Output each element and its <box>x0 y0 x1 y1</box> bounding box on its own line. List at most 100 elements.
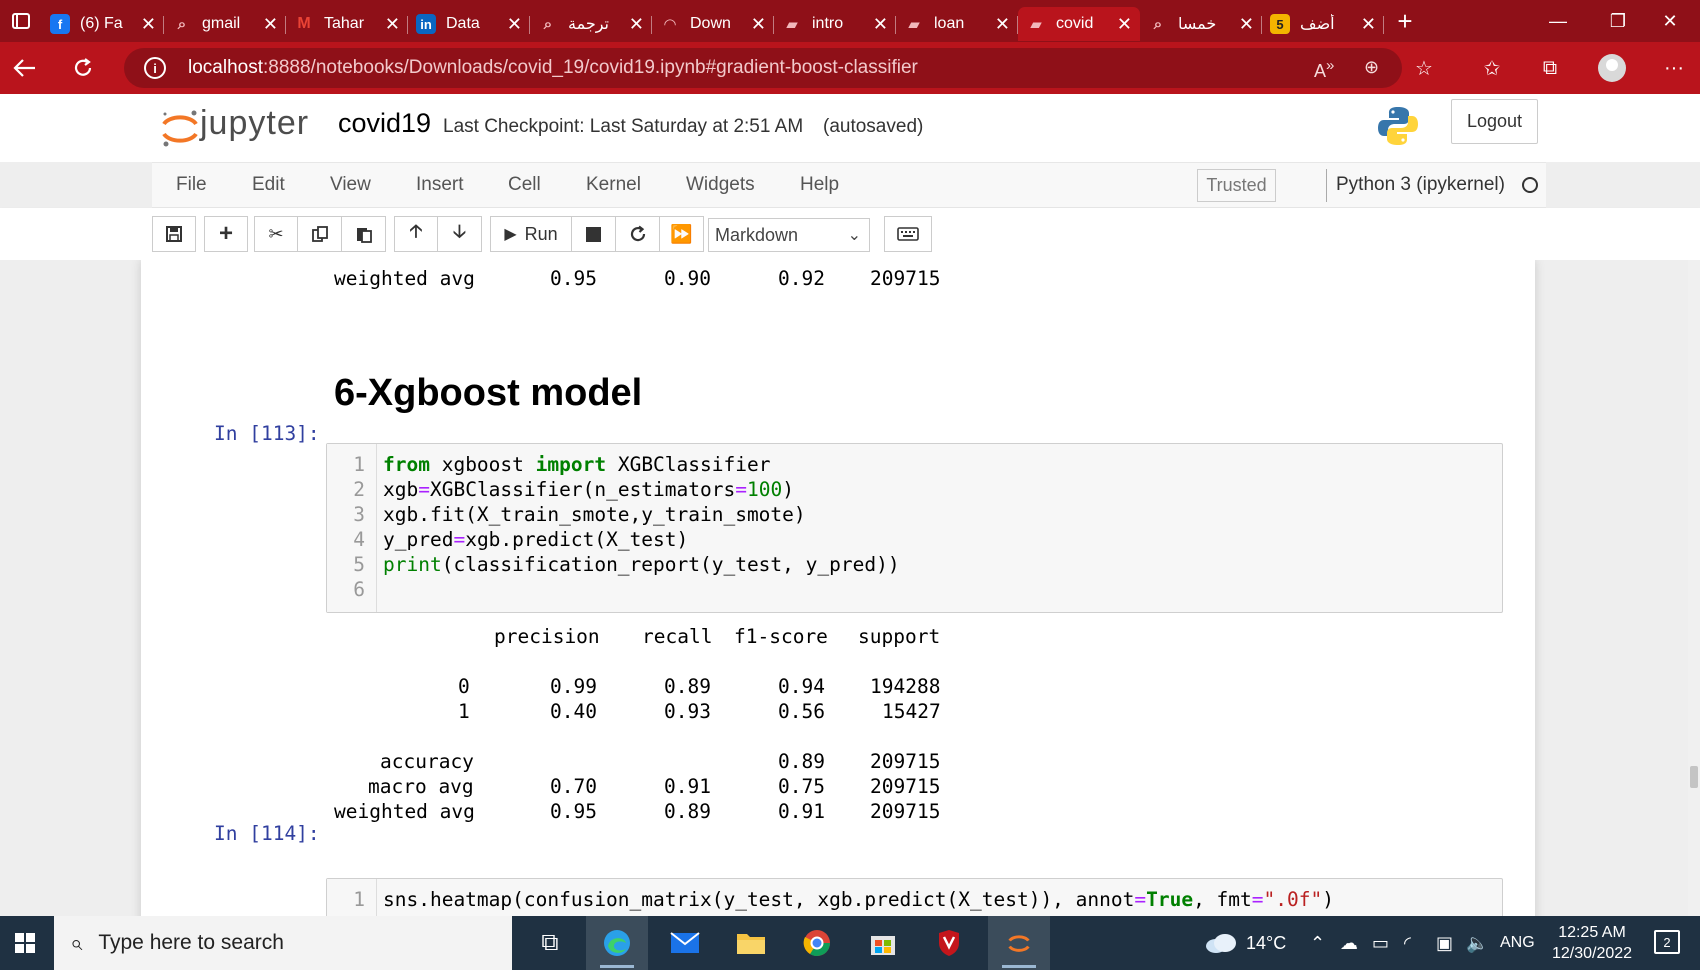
favorites-icon[interactable]: ✩ <box>1468 42 1516 94</box>
command-palette-button[interactable] <box>884 216 932 252</box>
jupyter-logo-icon[interactable] <box>156 104 204 152</box>
minimize-button[interactable]: — <box>1528 0 1588 42</box>
close-tab-icon[interactable]: ✕ <box>1117 14 1132 35</box>
close-window-button[interactable]: ✕ <box>1640 0 1700 42</box>
save-button[interactable] <box>152 216 196 252</box>
browser-tab[interactable]: ▰ covid ✕ <box>1018 7 1140 41</box>
restore-button[interactable]: ❐ <box>1588 0 1648 42</box>
mail-app-icon[interactable] <box>654 916 716 970</box>
notebook-container[interactable]: ˜ weighted avg 0.95 0.90 0.92 209715 6-X… <box>0 260 1700 916</box>
jupyter-toolbar: + ✂ 🡡 🡣 ▶ Run ⏩ Markdown ⌄ <box>0 208 1700 260</box>
restart-button[interactable] <box>616 216 660 252</box>
code-line-1[interactable]: from xgboost import XGBClassifier <box>383 453 770 476</box>
move-down-button[interactable]: 🡣 <box>438 216 482 252</box>
code-line-1[interactable]: sns.heatmap(confusion_matrix(y_test, xgb… <box>383 888 1334 911</box>
line-number: 6 <box>353 578 365 601</box>
file-explorer-icon[interactable] <box>720 916 782 970</box>
show-hidden-icons[interactable]: ⌃ <box>1310 916 1325 970</box>
close-tab-icon[interactable]: ✕ <box>385 14 400 35</box>
taskbar-clock[interactable]: 12:25 AM 12/30/2022 <box>1548 922 1636 964</box>
store-app-icon[interactable] <box>852 916 914 970</box>
taskbar-search[interactable]: ⌕ Type here to search <box>54 916 512 970</box>
site-info-icon[interactable]: i <box>144 57 166 79</box>
new-tab-button[interactable]: + <box>1384 6 1426 37</box>
cut-button[interactable]: ✂ <box>254 216 298 252</box>
chrome-app-icon[interactable] <box>786 916 848 970</box>
menu-insert[interactable]: Insert <box>416 174 464 196</box>
paste-button[interactable] <box>342 216 386 252</box>
interrupt-button[interactable] <box>572 216 616 252</box>
language-indicator[interactable]: ANG <box>1500 916 1535 970</box>
onedrive-icon[interactable]: ☁ <box>1340 916 1358 970</box>
browser-tab[interactable]: ⌕ gmail ✕ <box>164 7 286 41</box>
browser-tab[interactable]: ◠ Down ✕ <box>652 7 774 41</box>
browser-tab[interactable]: in Data ✕ <box>408 7 530 41</box>
code-line-3[interactable]: xgb.fit(X_train_smote,y_train_smote) <box>383 503 806 526</box>
add-favorite-icon[interactable]: ☆ <box>1400 42 1448 94</box>
facebook-icon: f <box>50 14 70 34</box>
refresh-button[interactable] <box>58 42 108 94</box>
volume-icon[interactable]: 🔈 <box>1466 916 1488 970</box>
notebook-name[interactable]: covid19 <box>338 108 431 139</box>
browser-tab[interactable]: ▰ intro ✕ <box>774 7 896 41</box>
task-view-icon[interactable]: ⧉ <box>519 916 581 970</box>
menu-kernel[interactable]: Kernel <box>586 174 641 196</box>
browser-tab[interactable]: ▰ loan ✕ <box>896 7 1018 41</box>
notifications-button[interactable]: 2 <box>1654 930 1680 954</box>
menu-cell[interactable]: Cell <box>508 174 541 196</box>
browser-tab[interactable]: ⌕ خمسا ✕ <box>1140 7 1262 41</box>
back-button[interactable] <box>0 42 50 94</box>
collections-icon[interactable]: ⧉ <box>1526 42 1574 94</box>
menu-view[interactable]: View <box>330 174 371 196</box>
trusted-indicator[interactable]: Trusted <box>1197 169 1276 202</box>
copy-button[interactable] <box>298 216 342 252</box>
close-tab-icon[interactable]: ✕ <box>1361 14 1376 35</box>
zoom-icon[interactable]: ⊕ <box>1364 57 1379 78</box>
close-tab-icon[interactable]: ✕ <box>629 14 644 35</box>
scrollbar-thumb[interactable] <box>1690 766 1698 788</box>
close-tab-icon[interactable]: ✕ <box>507 14 522 35</box>
autosave-status: (autosaved) <box>823 116 924 137</box>
menu-file[interactable]: File <box>176 174 207 196</box>
logout-button[interactable]: Logout <box>1451 99 1538 144</box>
close-tab-icon[interactable]: ✕ <box>263 14 278 35</box>
read-aloud-icon[interactable]: A» <box>1314 57 1334 82</box>
antivirus-app-icon[interactable] <box>918 916 980 970</box>
browser-tab[interactable]: f (6) Fa ✕ <box>42 7 164 41</box>
menu-edit[interactable]: Edit <box>252 174 285 196</box>
battery-icon[interactable]: ▭ <box>1372 916 1389 970</box>
tab-actions-icon[interactable] <box>0 0 42 42</box>
move-up-button[interactable]: 🡡 <box>394 216 438 252</box>
jupyter-app-icon[interactable] <box>988 916 1050 970</box>
cell-type-select[interactable]: Markdown ⌄ <box>708 218 870 252</box>
run-button[interactable]: ▶ Run <box>490 216 572 252</box>
close-tab-icon[interactable]: ✕ <box>873 14 888 35</box>
code-line-4[interactable]: y_pred=xgb.predict(X_test) <box>383 528 688 551</box>
kernel-name[interactable]: Python 3 (ipykernel) <box>1336 174 1505 196</box>
menu-widgets[interactable]: Widgets <box>686 174 755 196</box>
profile-avatar[interactable] <box>1598 54 1626 82</box>
restart-run-all-button[interactable]: ⏩ <box>660 216 704 252</box>
browser-tab[interactable]: ⌕ ترجمة ✕ <box>530 7 652 41</box>
code-cell-113[interactable]: 1 2 3 4 5 6 from xgboost import XGBClass… <box>326 443 1503 613</box>
close-tab-icon[interactable]: ✕ <box>141 14 156 35</box>
browser-tab[interactable]: 5 أضف ✕ <box>1262 7 1384 41</box>
wifi-icon[interactable]: ◜ <box>1404 916 1411 970</box>
code-line-5[interactable]: print(classification_report(y_test, y_pr… <box>383 553 900 576</box>
more-options-icon[interactable]: ··· <box>1650 42 1698 94</box>
weather-widget[interactable]: 14°C <box>1204 916 1286 970</box>
code-cell-114[interactable]: 1 sns.heatmap(confusion_matrix(y_test, x… <box>326 878 1503 916</box>
start-button[interactable] <box>0 916 50 970</box>
close-tab-icon[interactable]: ✕ <box>1239 14 1254 35</box>
insert-cell-button[interactable]: + <box>204 216 248 252</box>
close-tab-icon[interactable]: ✕ <box>995 14 1010 35</box>
display-icon[interactable]: ▣ <box>1436 916 1453 970</box>
close-tab-icon[interactable]: ✕ <box>751 14 766 35</box>
code-line-2[interactable]: xgb=XGBClassifier(n_estimators=100) <box>383 478 794 501</box>
edge-app-icon[interactable] <box>586 916 648 970</box>
browser-tab[interactable]: M Tahar ✕ <box>286 7 408 41</box>
section-heading[interactable]: 6-Xgboost model <box>334 372 642 415</box>
url-field[interactable]: i localhost:8888/notebooks/Downloads/cov… <box>124 48 1402 88</box>
notebook-scrollbar[interactable] <box>1688 260 1700 916</box>
menu-help[interactable]: Help <box>800 174 839 196</box>
